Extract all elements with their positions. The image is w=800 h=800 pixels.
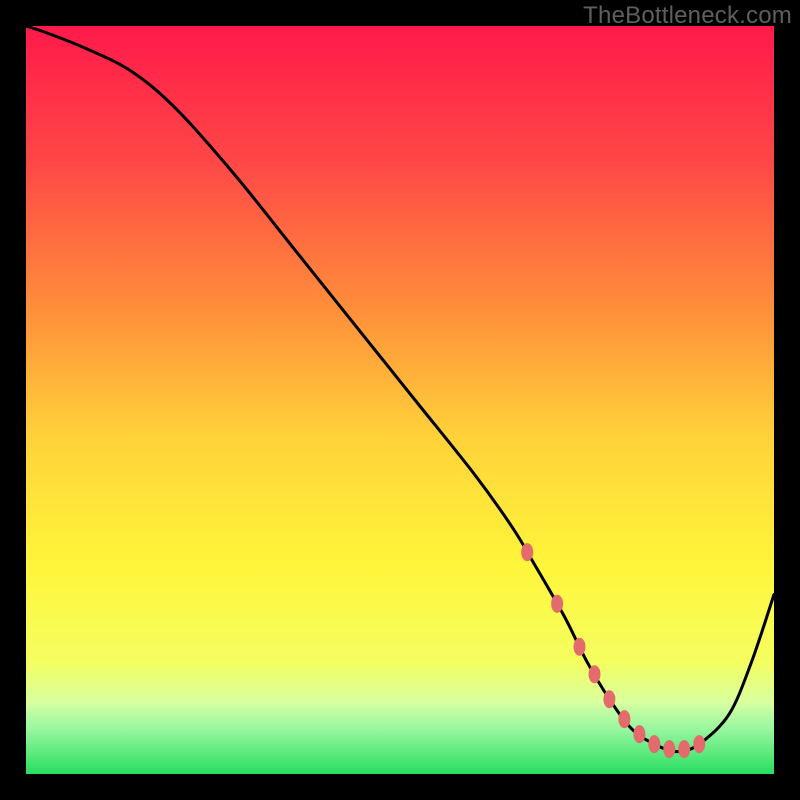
optimal-marker: [589, 665, 601, 683]
gradient-rect: [26, 26, 774, 774]
chart-svg: [26, 26, 774, 774]
chart-frame: TheBottleneck.com: [0, 0, 800, 800]
plot-area: [26, 26, 774, 774]
optimal-marker: [603, 690, 615, 708]
optimal-band: [26, 707, 774, 774]
optimal-marker: [618, 710, 630, 728]
optimal-marker: [633, 725, 645, 743]
optimal-marker: [663, 740, 675, 758]
optimal-marker: [648, 735, 660, 753]
optimal-marker: [574, 638, 586, 656]
optimal-marker: [693, 735, 705, 753]
optimal-marker: [678, 740, 690, 758]
watermark-text: TheBottleneck.com: [583, 2, 792, 30]
optimal-marker: [521, 543, 533, 561]
optimal-marker: [551, 595, 563, 613]
